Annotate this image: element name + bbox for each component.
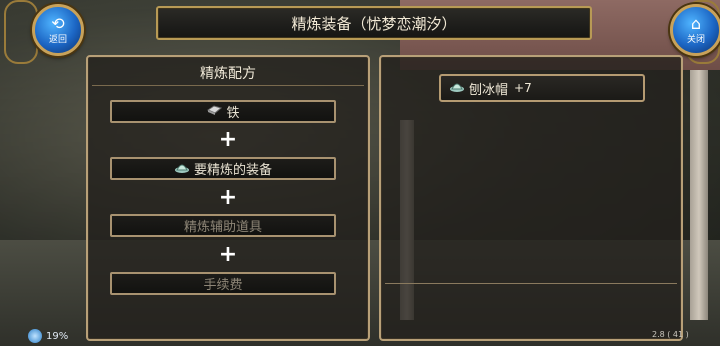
coordinate-readout: 2.8 ( 41 )	[652, 330, 689, 339]
home-icon: ⌂	[690, 13, 702, 33]
auxiliary-item-slot[interactable]: 精炼辅助道具	[110, 214, 336, 237]
equipment-hat-icon	[449, 79, 465, 97]
equipment-panel: 刨冰帽 +7	[379, 55, 683, 341]
recipe-panel-title: 精炼配方	[200, 66, 256, 82]
equipment-hat-icon	[174, 160, 190, 178]
back-button[interactable]: ⟲ 返回	[32, 4, 84, 56]
fee-slot: 手续费	[110, 272, 336, 295]
plus-sign: +	[218, 242, 238, 267]
close-button-label: 关闭	[686, 34, 705, 45]
status-indicator: 19%	[28, 328, 68, 344]
equipment-name: 刨冰帽	[469, 82, 509, 98]
refine-recipe-panel: 精炼配方 铁 + 要精炼的装备 + 精炼辅助道具 + 手续费	[86, 55, 370, 341]
window-title-bar: 精炼装备（忧梦恋潮汐）	[156, 6, 592, 40]
window-title: 精炼装备（忧梦恋潮汐）	[291, 14, 457, 33]
battery-percent: 19%	[46, 330, 69, 342]
plus-sign: +	[218, 185, 238, 210]
iron-ingot-icon	[206, 104, 223, 120]
connection-icon	[28, 329, 42, 343]
slot-label: 手续费	[203, 278, 243, 293]
panel-divider	[385, 283, 677, 284]
material-slot-iron[interactable]: 铁	[110, 100, 336, 123]
equipment-slot[interactable]: 要精炼的装备	[110, 157, 336, 180]
pillar	[690, 70, 708, 320]
equipment-level: +7	[514, 81, 532, 95]
back-arrow-icon: ⟲	[51, 13, 65, 33]
slot-label: 精炼辅助道具	[183, 220, 262, 235]
back-button-label: 返回	[48, 34, 67, 45]
slot-label: 铁	[226, 106, 240, 121]
close-button[interactable]: ⌂ 关闭	[670, 4, 720, 56]
slot-label: 要精炼的装备	[193, 163, 272, 178]
title-divider	[92, 85, 364, 86]
selected-equipment-slot[interactable]: 刨冰帽 +7	[439, 74, 645, 102]
plus-sign: +	[218, 127, 238, 152]
